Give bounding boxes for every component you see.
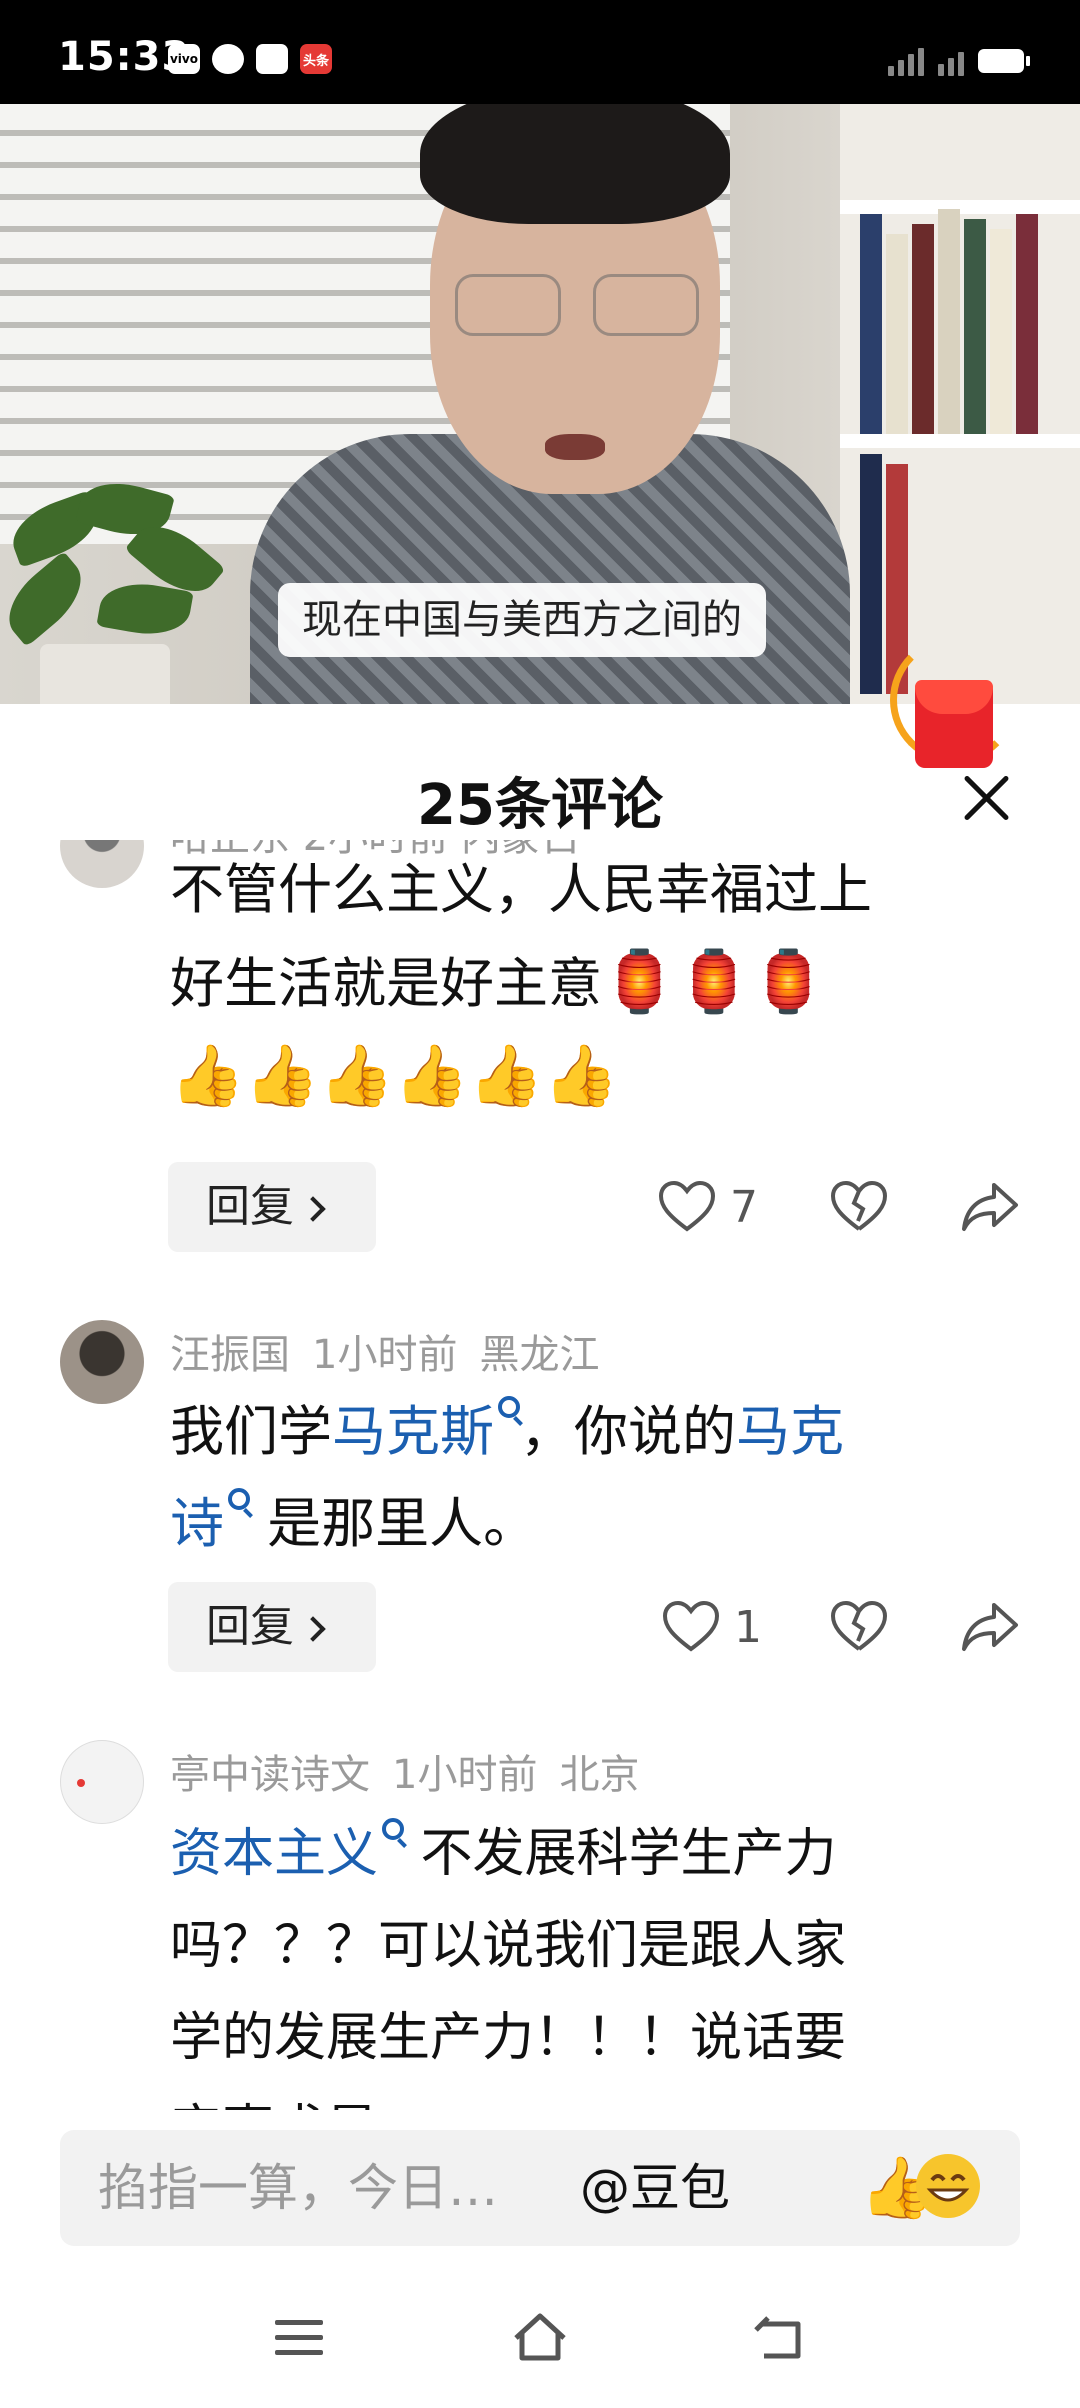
- presenter-glasses: [455, 274, 699, 336]
- vivo-icon: vivo: [168, 44, 200, 74]
- video-subtitle: 现在中国与美西方之间的: [278, 583, 766, 657]
- broken-heart-icon: [830, 1181, 888, 1231]
- search-link[interactable]: 马克斯: [332, 1396, 520, 1463]
- broken-heart-icon: [830, 1601, 888, 1651]
- share-icon: [962, 1603, 1018, 1651]
- mail-icon: [256, 44, 288, 74]
- toutiao-icon: 头条: [300, 44, 332, 74]
- chevron-right-icon: [300, 1196, 326, 1222]
- dislike-button[interactable]: [830, 1582, 888, 1672]
- like-count: 7: [730, 1181, 758, 1233]
- comment-time: 1小时前: [392, 1752, 538, 1798]
- signal-icon: [888, 46, 924, 76]
- home-icon[interactable]: [510, 2310, 570, 2364]
- heart-icon: [658, 1181, 716, 1232]
- avatar[interactable]: [60, 1740, 144, 1824]
- avatar[interactable]: [60, 1320, 144, 1404]
- avatar[interactable]: [60, 840, 144, 888]
- like-button[interactable]: 1: [662, 1582, 762, 1672]
- potted-plant: [0, 473, 240, 704]
- comment-input[interactable]: 掐指一算，今日…: [98, 2130, 498, 2246]
- comment-author[interactable]: 亭中读诗文: [170, 1752, 370, 1798]
- search-link[interactable]: 资本主义: [170, 1818, 405, 1884]
- comment-location: 北京: [559, 1752, 640, 1798]
- comment-actions: 7: [650, 1162, 1030, 1252]
- search-link[interactable]: 马克: [736, 1400, 844, 1463]
- comment-text: 资本主义 不发展科学生产力 吗？？？可以说我们是跟人家 学的发展生产力！！！说话…: [170, 1808, 1000, 2110]
- comment-input-bar[interactable]: 掐指一算，今日… @豆包 👍: [60, 2130, 1020, 2246]
- status-bar: 15:33 vivo 头条: [0, 0, 1080, 104]
- emoji-smile-icon[interactable]: [912, 2150, 984, 2222]
- chat-bubble-icon: [212, 44, 244, 74]
- heart-icon: [662, 1601, 720, 1652]
- search-icon: [382, 1818, 405, 1840]
- comment-text: 不管什么主义，人民幸福过上 好生活就是好主意🏮🏮🏮 👍👍👍👍👍👍: [170, 844, 1000, 1122]
- comment-location: 黑龙江: [479, 1332, 600, 1378]
- comment-author[interactable]: 汪振国: [170, 1332, 290, 1378]
- presenter-hair: [420, 104, 730, 224]
- comment-meta: 亭中读诗文 1小时前 北京: [170, 1742, 661, 1800]
- bookshelf: [840, 104, 1080, 704]
- chevron-right-icon: [300, 1616, 326, 1642]
- comment-list[interactable]: 哈正东 2小时前 内蒙古 不管什么主义，人民幸福过上 好生活就是好主意🏮🏮🏮 👍…: [0, 840, 1080, 2110]
- close-button[interactable]: [958, 770, 1014, 826]
- system-status-icons: [888, 46, 1030, 76]
- comment-meta: 汪振国 1小时前 黑龙江: [170, 1322, 621, 1380]
- search-icon: [228, 1488, 250, 1510]
- mention-doubao-button[interactable]: @豆包: [580, 2130, 730, 2246]
- lantern-emojis: 🏮🏮🏮: [602, 947, 827, 1017]
- notification-icons: vivo 头条: [168, 44, 332, 74]
- share-button[interactable]: [960, 1582, 1020, 1672]
- like-button[interactable]: 7: [658, 1162, 758, 1252]
- wifi-icon: [938, 46, 964, 76]
- like-count: 1: [734, 1601, 762, 1653]
- share-icon: [962, 1183, 1018, 1231]
- comment-actions: 1: [650, 1582, 1030, 1672]
- search-icon: [498, 1396, 520, 1418]
- comment-time: 1小时前: [312, 1332, 458, 1378]
- share-button[interactable]: [960, 1162, 1020, 1252]
- battery-icon: [978, 49, 1030, 73]
- back-icon[interactable]: [752, 2316, 808, 2364]
- menu-icon[interactable]: [275, 2320, 323, 2360]
- thumbs-up-emojis: 👍👍👍👍👍👍: [170, 1041, 619, 1111]
- dislike-button[interactable]: [830, 1162, 888, 1252]
- comment-text: 我们学马克斯 ，你说的马克 诗 是那里人。: [170, 1386, 1000, 1570]
- reply-button[interactable]: 回复: [168, 1162, 376, 1252]
- search-link[interactable]: 诗: [170, 1488, 250, 1555]
- system-nav-bar: [0, 2280, 1080, 2408]
- red-packet-icon[interactable]: [915, 680, 993, 768]
- comment-count-title: 25条评论: [417, 773, 663, 838]
- reply-button[interactable]: 回复: [168, 1582, 376, 1672]
